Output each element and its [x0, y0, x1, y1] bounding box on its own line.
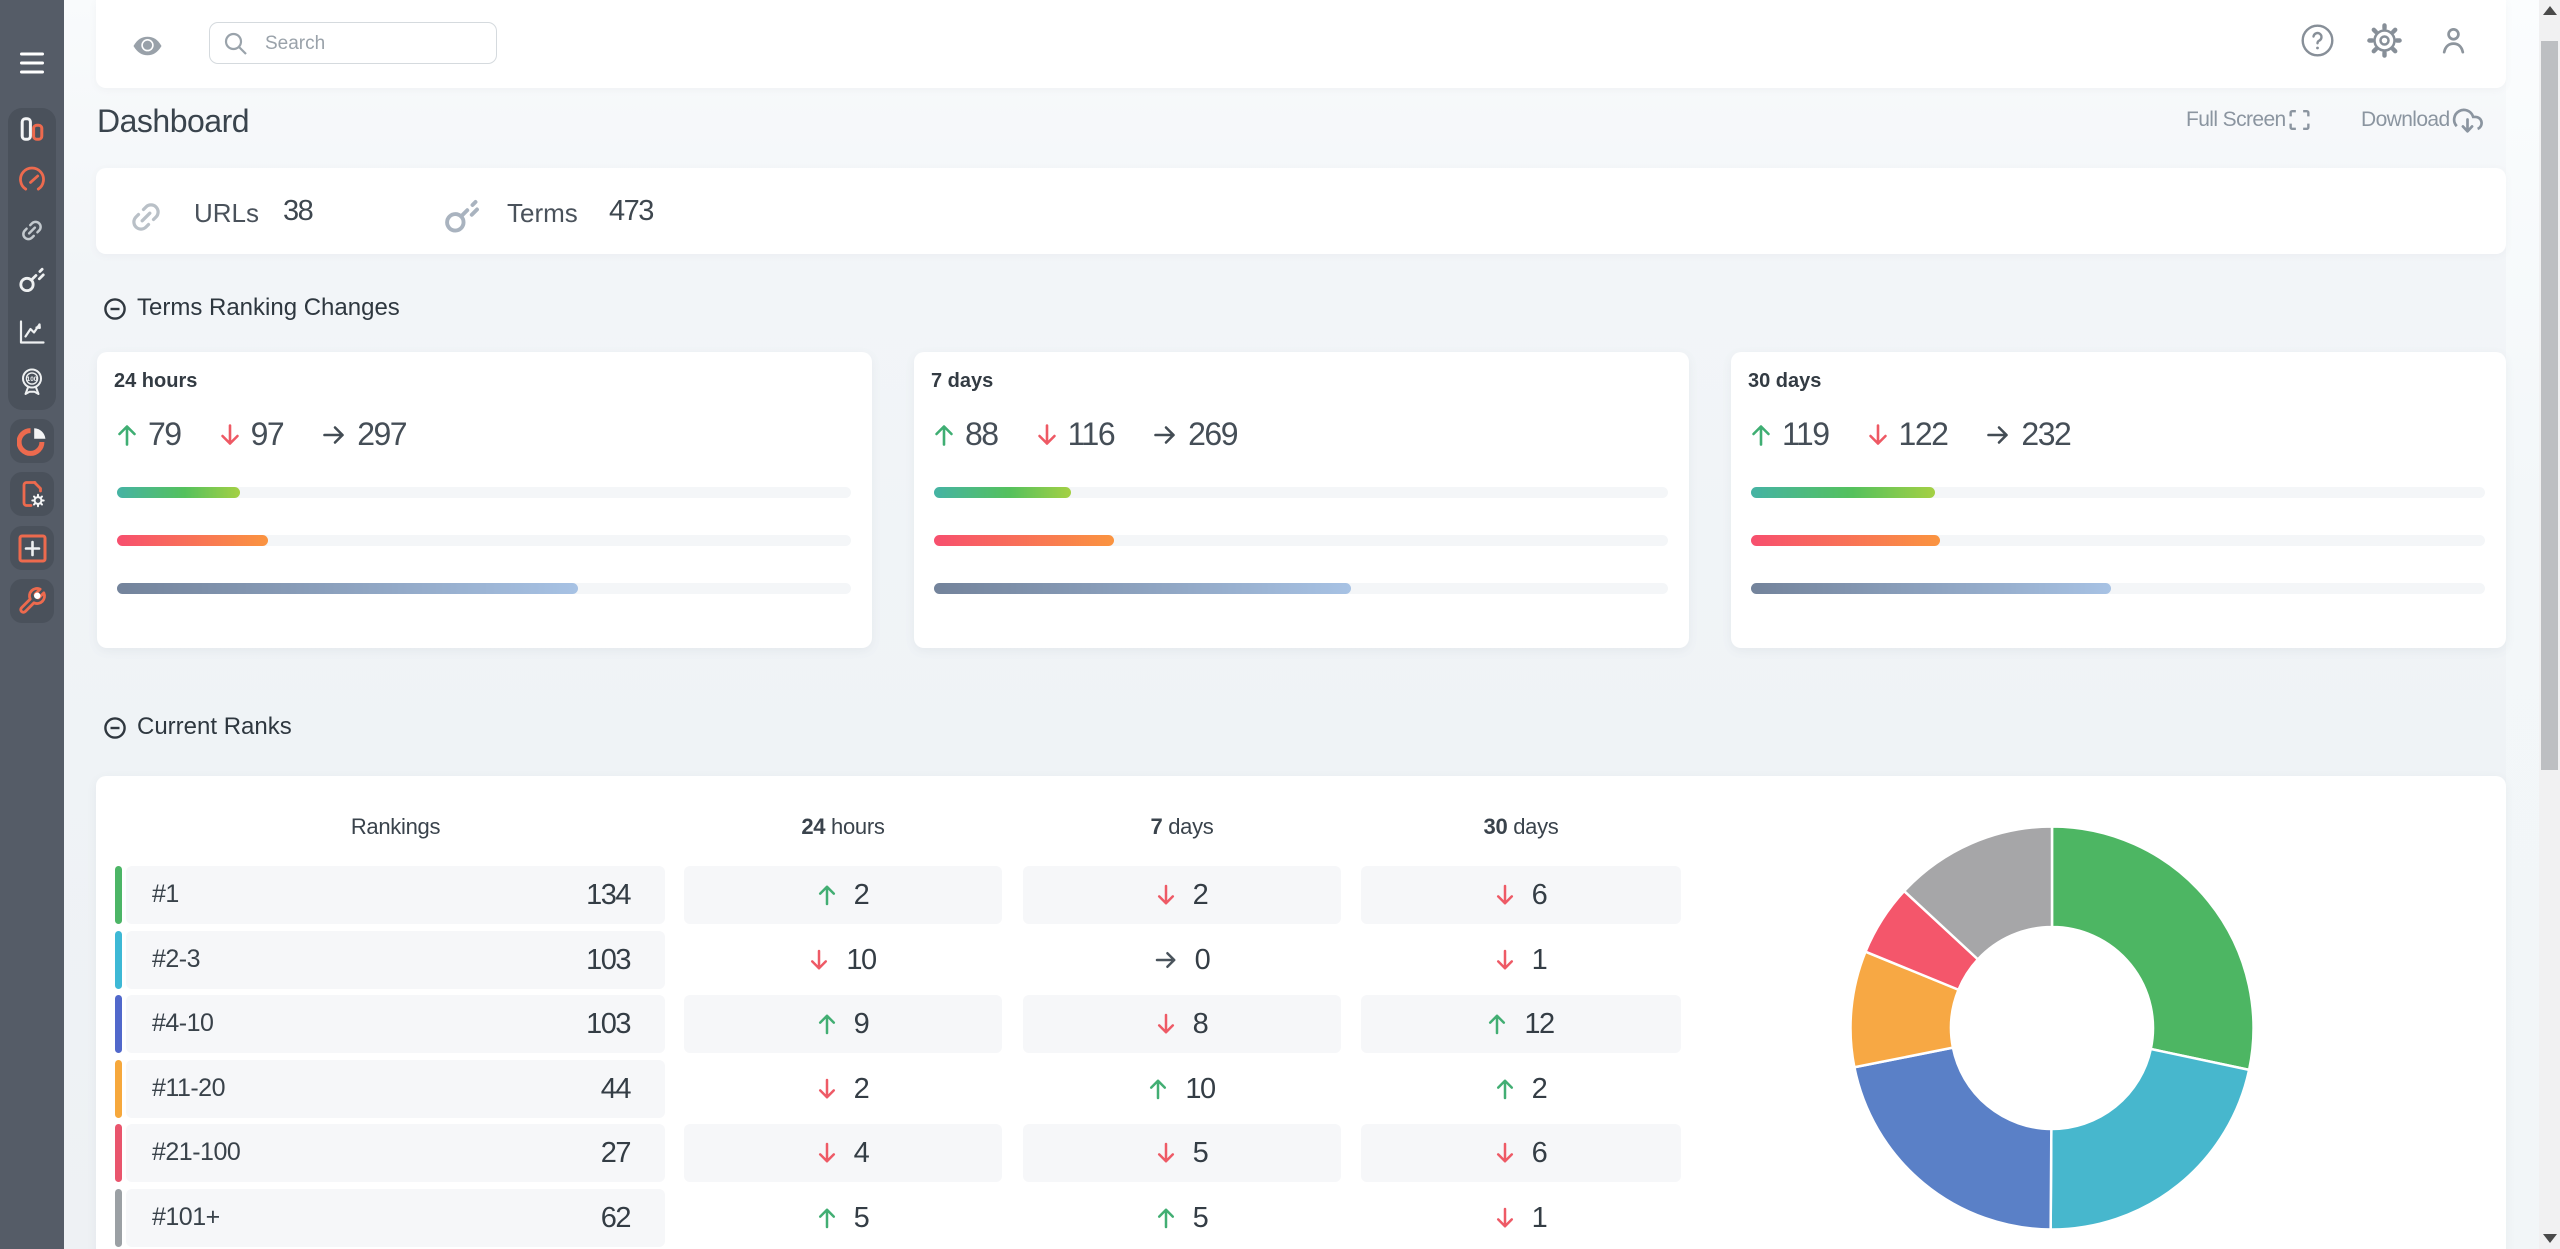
svg-text:100: 100 [27, 376, 38, 383]
